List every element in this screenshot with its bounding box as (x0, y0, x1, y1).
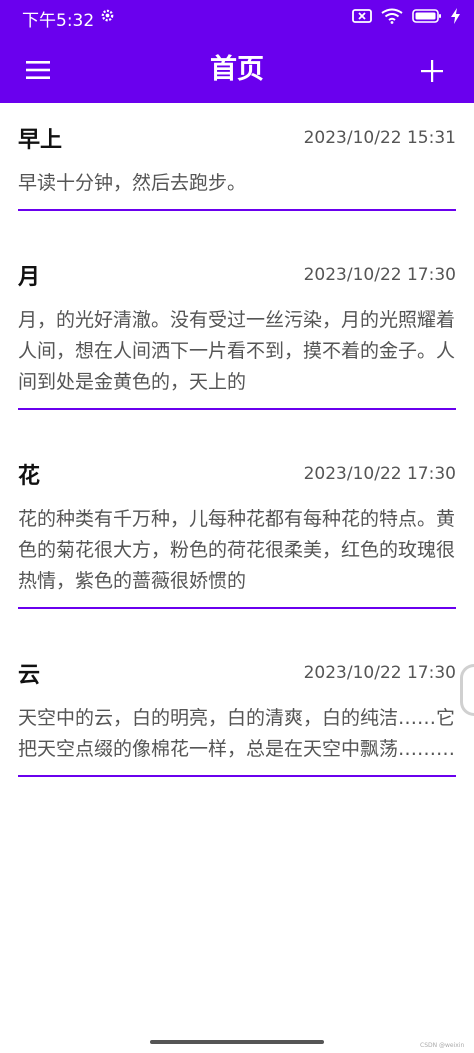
note-body: 天空中的云，白的明亮，白的清爽，白的纯洁……它把天空点缀的像棉花一样，总是在天空… (18, 707, 456, 760)
status-time: 下午5:32 (22, 10, 95, 31)
gear-icon (100, 8, 115, 28)
note-title: 早上 (18, 128, 63, 153)
plus-icon[interactable] (416, 55, 448, 87)
home-indicator[interactable] (150, 1040, 324, 1044)
status-bar: 下午5:32 (0, 0, 474, 36)
note-body: 早读十分钟，然后去跑步。 (18, 172, 247, 194)
note-item[interactable]: 云 2023/10/22 17:30 天空中的云，白的明亮，白的清爽，白的纯洁…… (18, 638, 456, 777)
note-item[interactable]: 早上 2023/10/22 15:31 早读十分钟，然后去跑步。 (18, 103, 456, 211)
note-time: 2023/10/22 17:30 (303, 464, 456, 484)
charging-icon (451, 8, 460, 28)
note-time: 2023/10/22 15:31 (303, 128, 456, 148)
note-body: 月，的光好清澈。没有受过一丝污染，月的光照耀着人间，想在人间洒下一片看不到，摸不… (18, 309, 456, 393)
battery-icon (412, 8, 442, 28)
note-time: 2023/10/22 17:30 (303, 265, 456, 285)
app-bar: 首页 (0, 36, 474, 103)
note-list: 早上 2023/10/22 15:31 早读十分钟，然后去跑步。 月 2023/… (18, 103, 456, 806)
hamburger-menu-icon[interactable] (22, 56, 54, 84)
wifi-icon (381, 8, 403, 28)
note-item[interactable]: 月 2023/10/22 17:30 月，的光好清澈。没有受过一丝污染，月的光照… (18, 240, 456, 410)
edge-swipe-handle[interactable] (460, 664, 474, 716)
note-time: 2023/10/22 17:30 (303, 663, 456, 683)
watermark: CSDN @weixin (420, 1042, 465, 1049)
page-title: 首页 (210, 54, 264, 85)
note-title: 花 (18, 464, 41, 489)
note-item[interactable]: 花 2023/10/22 17:30 花的种类有千万种，儿每种花都有每种花的特点… (18, 439, 456, 609)
note-title: 云 (18, 663, 41, 688)
note-body: 花的种类有千万种，儿每种花都有每种花的特点。黄色的菊花很大方，粉色的荷花很柔美，… (18, 508, 456, 592)
sim-x-icon (352, 8, 372, 28)
note-title: 月 (18, 265, 41, 290)
